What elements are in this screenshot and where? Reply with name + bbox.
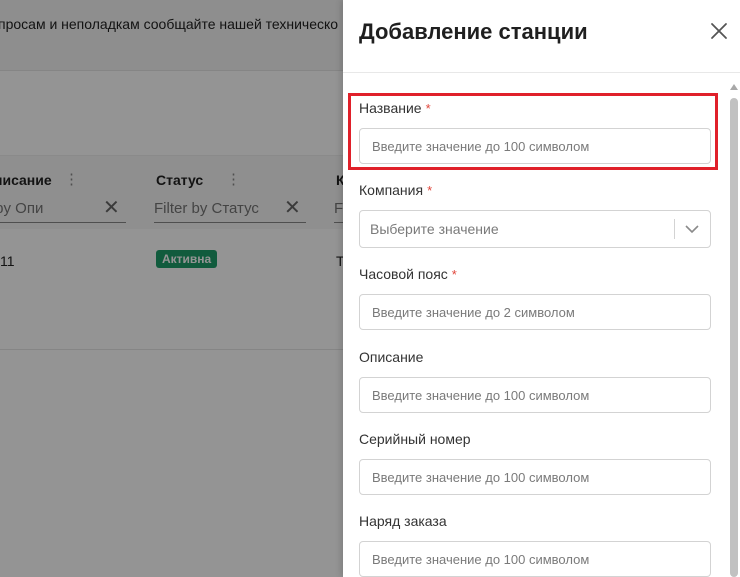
required-mark: * <box>425 101 431 116</box>
drawer-title: Добавление станции <box>359 19 588 44</box>
description-input[interactable] <box>359 377 711 413</box>
close-button[interactable] <box>709 21 729 41</box>
add-station-drawer: Добавление станции Название* Компания* В… <box>343 0 740 577</box>
select-separator <box>674 219 675 239</box>
serial-label: Серийный номер <box>359 431 471 447</box>
order-label: Наряд заказа <box>359 513 447 529</box>
field-label: Наряд заказа <box>359 511 711 531</box>
scroll-up-arrow-icon[interactable] <box>730 84 738 90</box>
chevron-down-icon[interactable] <box>684 223 700 235</box>
background-page: просам и неполадкам сообщайте нашей техн… <box>0 0 343 577</box>
serial-number-input[interactable] <box>359 459 711 495</box>
required-mark: * <box>427 183 433 198</box>
company-label: Компания <box>359 182 424 198</box>
timezone-input[interactable] <box>359 294 711 330</box>
field-serial: Серийный номер <box>359 429 711 495</box>
company-select-placeholder: Выберите значение <box>370 221 499 237</box>
work-order-input[interactable] <box>359 541 711 577</box>
field-label: Название * <box>359 98 711 118</box>
scrollbar[interactable] <box>728 84 740 577</box>
description-label: Описание <box>359 349 424 365</box>
name-label: Название <box>359 100 422 116</box>
required-mark: * <box>451 267 457 282</box>
company-select[interactable]: Выберите значение <box>359 210 711 248</box>
drawer-header: Добавление станции <box>343 0 740 73</box>
field-label: Описание <box>359 347 711 367</box>
name-input[interactable] <box>359 128 711 164</box>
field-timezone: Часовой пояс * <box>359 264 711 330</box>
close-icon <box>711 23 727 39</box>
field-label: Часовой пояс * <box>359 264 711 284</box>
field-company: Компания * Выберите значение <box>359 180 711 248</box>
timezone-label: Часовой пояс <box>359 266 448 282</box>
field-label: Компания * <box>359 180 711 200</box>
field-description: Описание <box>359 347 711 413</box>
station-form: Название* Компания* Выберите значение Ча… <box>343 72 740 577</box>
field-label: Серийный номер <box>359 429 711 449</box>
field-name: Название * <box>359 98 711 164</box>
modal-overlay[interactable] <box>0 0 343 577</box>
scrollbar-thumb[interactable] <box>730 98 738 577</box>
field-order: Наряд заказа <box>359 511 711 577</box>
